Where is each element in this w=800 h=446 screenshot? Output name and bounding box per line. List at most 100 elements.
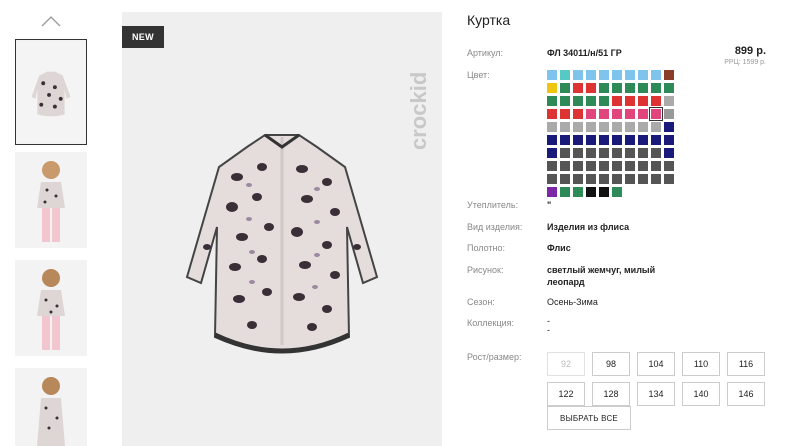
color-swatch[interactable] — [560, 187, 570, 197]
color-swatch[interactable] — [638, 109, 648, 119]
color-swatch[interactable] — [599, 148, 609, 158]
color-swatch[interactable] — [573, 187, 583, 197]
color-swatch[interactable] — [560, 148, 570, 158]
color-swatch[interactable] — [664, 135, 674, 145]
color-swatch[interactable] — [649, 107, 663, 121]
color-swatch[interactable] — [638, 135, 648, 145]
color-swatch[interactable] — [651, 96, 661, 106]
thumbnail-3[interactable] — [15, 260, 87, 356]
color-swatch[interactable] — [612, 109, 622, 119]
color-swatch[interactable] — [586, 122, 596, 132]
color-swatch[interactable] — [547, 135, 557, 145]
color-swatch[interactable] — [573, 96, 583, 106]
color-swatch[interactable] — [547, 109, 557, 119]
color-swatch[interactable] — [586, 109, 596, 119]
color-swatch[interactable] — [625, 70, 635, 80]
color-swatch[interactable] — [625, 96, 635, 106]
color-swatch[interactable] — [625, 109, 635, 119]
color-swatch[interactable] — [599, 109, 609, 119]
color-swatch[interactable] — [599, 187, 609, 197]
color-swatch[interactable] — [638, 122, 648, 132]
color-swatch[interactable] — [573, 135, 583, 145]
color-swatch[interactable] — [573, 109, 583, 119]
size-option[interactable]: 146 — [727, 382, 765, 406]
color-swatch[interactable] — [586, 135, 596, 145]
color-swatch[interactable] — [599, 83, 609, 93]
color-swatch[interactable] — [560, 109, 570, 119]
color-swatch[interactable] — [651, 148, 661, 158]
color-swatch[interactable] — [560, 96, 570, 106]
select-all-button[interactable]: ВЫБРАТЬ ВСЕ — [547, 406, 631, 430]
color-swatch[interactable] — [599, 161, 609, 171]
size-option[interactable]: 140 — [682, 382, 720, 406]
color-swatch[interactable] — [638, 161, 648, 171]
color-swatch[interactable] — [573, 161, 583, 171]
color-swatch[interactable] — [651, 161, 661, 171]
color-swatch[interactable] — [664, 148, 674, 158]
chevron-up-icon[interactable] — [40, 14, 62, 28]
color-swatch[interactable] — [573, 174, 583, 184]
thumbnail-4[interactable] — [15, 368, 87, 446]
thumbnail-1[interactable] — [15, 39, 87, 145]
color-swatch[interactable] — [651, 174, 661, 184]
color-swatch[interactable] — [612, 122, 622, 132]
color-swatch[interactable] — [586, 70, 596, 80]
color-swatch[interactable] — [612, 96, 622, 106]
color-swatch[interactable] — [612, 174, 622, 184]
color-swatch[interactable] — [573, 122, 583, 132]
color-swatch[interactable] — [612, 135, 622, 145]
color-swatch[interactable] — [651, 70, 661, 80]
color-swatch[interactable] — [638, 96, 648, 106]
size-option[interactable]: 98 — [592, 352, 630, 376]
color-swatch[interactable] — [573, 70, 583, 80]
color-swatch[interactable] — [599, 70, 609, 80]
color-swatch[interactable] — [586, 187, 596, 197]
size-option[interactable]: 128 — [592, 382, 630, 406]
color-swatch[interactable] — [599, 96, 609, 106]
color-swatch[interactable] — [664, 70, 674, 80]
color-swatch[interactable] — [651, 83, 661, 93]
size-option[interactable]: 110 — [682, 352, 720, 376]
color-swatch[interactable] — [664, 161, 674, 171]
color-swatch[interactable] — [599, 135, 609, 145]
color-swatch[interactable] — [547, 174, 557, 184]
color-swatch[interactable] — [638, 70, 648, 80]
color-swatch[interactable] — [625, 122, 635, 132]
color-swatch[interactable] — [586, 148, 596, 158]
size-option[interactable]: 92 — [547, 352, 585, 376]
color-swatch[interactable] — [560, 135, 570, 145]
color-swatch[interactable] — [547, 187, 557, 197]
color-swatch[interactable] — [664, 109, 674, 119]
color-swatch[interactable] — [638, 174, 648, 184]
color-swatch[interactable] — [638, 148, 648, 158]
color-swatch[interactable] — [612, 187, 622, 197]
color-swatch[interactable] — [612, 148, 622, 158]
color-swatch[interactable] — [612, 70, 622, 80]
color-swatch[interactable] — [599, 174, 609, 184]
color-swatch[interactable] — [612, 161, 622, 171]
color-swatch[interactable] — [560, 174, 570, 184]
color-swatch[interactable] — [599, 122, 609, 132]
size-option[interactable]: 104 — [637, 352, 675, 376]
color-swatch[interactable] — [547, 83, 557, 93]
color-swatch[interactable] — [586, 83, 596, 93]
color-swatch[interactable] — [586, 96, 596, 106]
color-swatch[interactable] — [560, 161, 570, 171]
color-swatch[interactable] — [625, 148, 635, 158]
color-swatch[interactable] — [547, 161, 557, 171]
color-swatch[interactable] — [560, 122, 570, 132]
color-swatch[interactable] — [651, 122, 661, 132]
color-swatch[interactable] — [612, 83, 622, 93]
color-swatch[interactable] — [625, 161, 635, 171]
size-option[interactable]: 122 — [547, 382, 585, 406]
size-option[interactable]: 134 — [637, 382, 675, 406]
color-swatch[interactable] — [664, 96, 674, 106]
product-main-image[interactable]: NEW crockid — [122, 12, 442, 446]
color-swatch[interactable] — [625, 174, 635, 184]
color-swatch[interactable] — [651, 135, 661, 145]
color-swatch[interactable] — [625, 135, 635, 145]
color-swatch[interactable] — [625, 83, 635, 93]
color-swatch[interactable] — [664, 174, 674, 184]
thumbnail-2[interactable] — [15, 152, 87, 248]
color-swatch[interactable] — [664, 83, 674, 93]
